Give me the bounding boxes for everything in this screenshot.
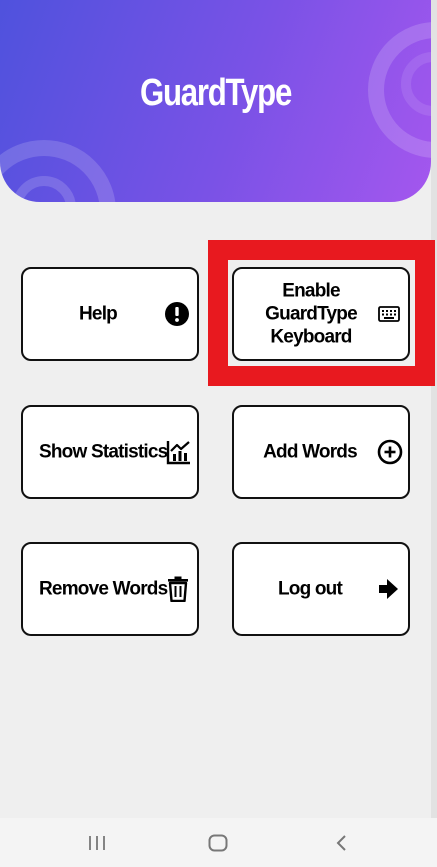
back-button[interactable]: [316, 818, 366, 867]
app-header: GuardType: [0, 0, 431, 202]
screen-edge: [431, 0, 437, 818]
exclamation-circle-icon: [165, 302, 189, 326]
home-icon: [208, 834, 228, 851]
log-out-button-label: Log out: [277, 578, 343, 600]
help-button-label: Help: [79, 303, 118, 325]
help-button[interactable]: Help: [21, 267, 199, 361]
chart-icon: [166, 441, 190, 465]
add-words-button[interactable]: Add Words: [232, 405, 410, 499]
home-button[interactable]: [193, 818, 243, 867]
app-title: GuardType: [139, 72, 292, 114]
recent-apps-button[interactable]: [72, 818, 122, 867]
remove-words-button-label: Remove Words: [39, 578, 168, 600]
show-statistics-button[interactable]: Show Statistics: [21, 405, 199, 499]
highlight-box: [208, 240, 435, 386]
arrow-right-icon: [379, 579, 398, 599]
show-statistics-button-label: Show Statistics: [39, 441, 168, 463]
remove-words-button[interactable]: Remove Words: [21, 542, 199, 636]
plus-circle-icon: [377, 439, 403, 465]
recent-apps-icon: [89, 835, 105, 850]
system-nav-bar: [0, 818, 437, 867]
add-words-button-label: Add Words: [263, 441, 358, 463]
log-out-button[interactable]: Log out: [232, 542, 410, 636]
trash-icon: [168, 576, 188, 602]
back-icon: [336, 834, 346, 851]
